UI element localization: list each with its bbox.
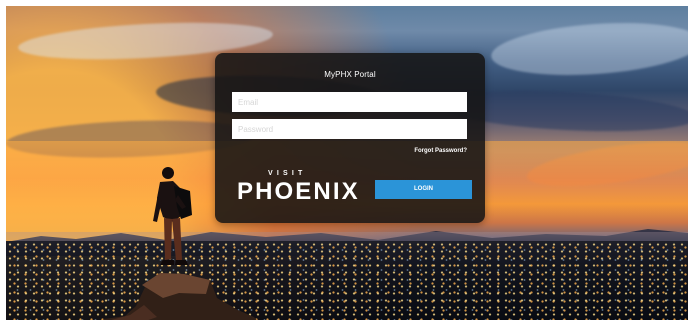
login-panel: MyPHX Portal Forgot Password? VISIT PHOE… <box>215 53 485 223</box>
sky-cloud <box>489 16 688 82</box>
login-button[interactable]: LOGIN <box>375 180 472 199</box>
forgot-password-link[interactable]: Forgot Password? <box>414 147 467 155</box>
portal-title: MyPHX Portal <box>324 70 376 79</box>
login-page: MyPHX Portal Forgot Password? VISIT PHOE… <box>0 0 688 320</box>
password-input[interactable] <box>232 119 467 139</box>
hiker-silhouette <box>153 167 192 265</box>
email-input[interactable] <box>232 92 467 112</box>
logo-phoenix-text: PHOENIX <box>237 178 360 205</box>
visit-phoenix-logo: VISIT PHOENIX <box>235 169 358 207</box>
logo-visit-text: VISIT <box>268 170 307 177</box>
